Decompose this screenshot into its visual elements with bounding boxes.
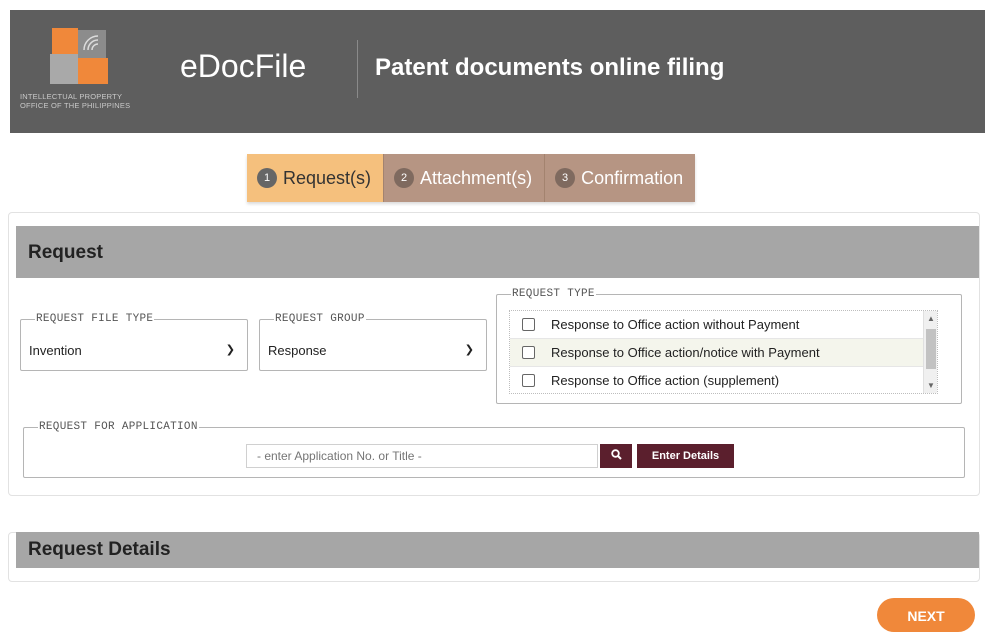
step-attachments[interactable]: 2 Attachment(s) — [383, 154, 545, 202]
step-label: Confirmation — [581, 167, 684, 188]
step-requests[interactable]: 1 Request(s) — [247, 154, 384, 202]
request-group-select[interactable]: Response ❯ — [268, 343, 480, 358]
request-group-value: Response — [268, 343, 327, 358]
request-type-list[interactable]: Response to Office action without Paymen… — [509, 310, 938, 394]
scrollbar[interactable]: ▲ ▼ — [923, 311, 937, 393]
header-divider — [357, 40, 358, 98]
step-number: 3 — [555, 168, 576, 188]
logo-text: INTELLECTUAL PROPERTY OFFICE OF THE PHIL… — [20, 92, 131, 110]
request-file-type-legend: REQUEST FILE TYPE — [36, 313, 154, 325]
request-details-panel: Request Details — [8, 532, 980, 582]
enter-details-button[interactable]: Enter Details — [637, 444, 734, 468]
scroll-down-icon[interactable]: ▼ — [927, 381, 935, 390]
request-for-application-group: REQUEST FOR APPLICATION Enter Details — [23, 421, 965, 478]
request-group-group: REQUEST GROUP Response ❯ — [259, 313, 487, 371]
checkbox[interactable] — [522, 346, 535, 359]
request-type-option[interactable]: Response to Office action without Paymen… — [510, 311, 937, 339]
request-type-option[interactable]: Response to Office action (supplement) — [510, 367, 937, 393]
request-details-title: Request Details — [16, 532, 979, 568]
request-file-type-value: Invention — [29, 343, 82, 358]
wizard-stepper: 1 Request(s) 2 Attachment(s) 3 Confirmat… — [247, 154, 696, 202]
chevron-down-icon: ❯ — [464, 344, 474, 356]
app-header: INTELLECTUAL PROPERTY OFFICE OF THE PHIL… — [10, 10, 985, 133]
scrollbar-thumb[interactable] — [926, 329, 936, 369]
step-label: Request(s) — [283, 167, 372, 188]
step-confirmation[interactable]: 3 Confirmation — [544, 154, 696, 202]
next-button[interactable]: NEXT — [877, 598, 975, 632]
app-name: eDocFile — [180, 48, 307, 84]
search-icon — [610, 449, 622, 460]
request-panel: Request REQUEST FILE TYPE Invention ❯ RE… — [8, 212, 980, 496]
request-file-type-group: REQUEST FILE TYPE Invention ❯ — [20, 313, 248, 371]
request-panel-title: Request — [16, 226, 979, 278]
chevron-down-icon: ❯ — [225, 344, 235, 356]
request-for-application-legend: REQUEST FOR APPLICATION — [39, 421, 198, 433]
step-number: 1 — [257, 168, 277, 188]
request-file-type-select[interactable]: Invention ❯ — [29, 343, 241, 358]
request-type-group: REQUEST TYPE Response to Office action w… — [496, 288, 962, 404]
app-subtitle: Patent documents online filing — [375, 54, 725, 81]
checkbox[interactable] — [522, 318, 535, 331]
checkbox[interactable] — [522, 374, 535, 387]
ipophl-logo: INTELLECTUAL PROPERTY OFFICE OF THE PHIL… — [20, 22, 160, 122]
step-label: Attachment(s) — [420, 167, 533, 188]
request-group-legend: REQUEST GROUP — [275, 313, 365, 325]
scroll-up-icon[interactable]: ▲ — [927, 314, 935, 323]
application-search-input[interactable] — [246, 444, 598, 468]
step-number: 2 — [394, 168, 415, 188]
request-type-legend: REQUEST TYPE — [512, 288, 595, 300]
search-button[interactable] — [600, 444, 632, 468]
request-type-option[interactable]: Response to Office action/notice with Pa… — [510, 339, 937, 367]
